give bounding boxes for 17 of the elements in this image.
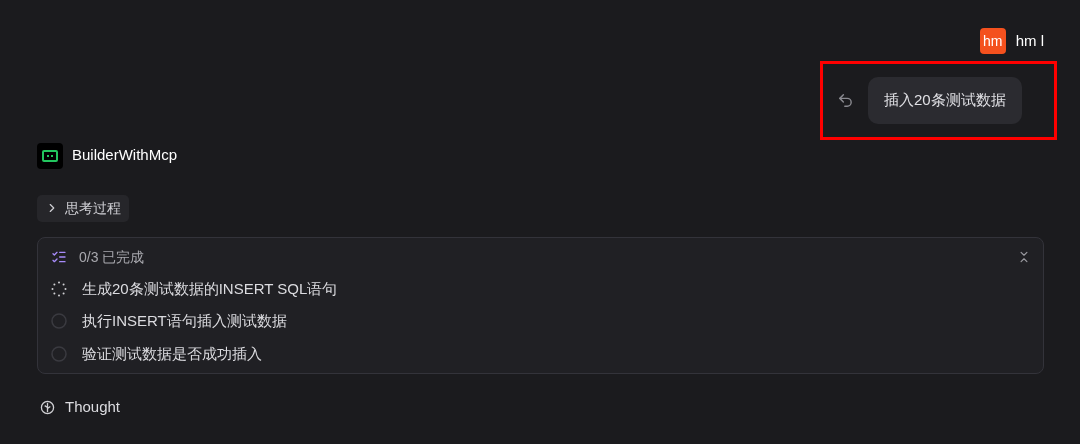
empty-circle-icon — [51, 313, 67, 330]
undo-icon[interactable] — [837, 91, 854, 109]
thought-label: Thought — [65, 397, 121, 417]
checklist-icon — [51, 249, 67, 265]
task-text: 执行INSERT语句插入测试数据 — [82, 311, 287, 331]
message-bubble: 插入20条测试数据 — [868, 77, 1022, 124]
bot-logo-icon — [37, 142, 63, 169]
user-avatar: hm — [979, 28, 1006, 54]
task-text: 验证测试数据是否成功插入 — [82, 343, 262, 364]
thinking-toggle[interactable]: 思考过程 — [37, 194, 129, 222]
task-text: 生成20条测试数据的INSERT SQL语句 — [82, 278, 338, 299]
user-name: hm l — [1015, 30, 1044, 51]
thought-icon — [40, 399, 55, 415]
empty-circle-icon — [51, 345, 67, 362]
bot-name: BuilderWithMcp — [72, 145, 178, 166]
collapse-button[interactable] — [1017, 250, 1031, 264]
loading-icon — [51, 280, 67, 297]
